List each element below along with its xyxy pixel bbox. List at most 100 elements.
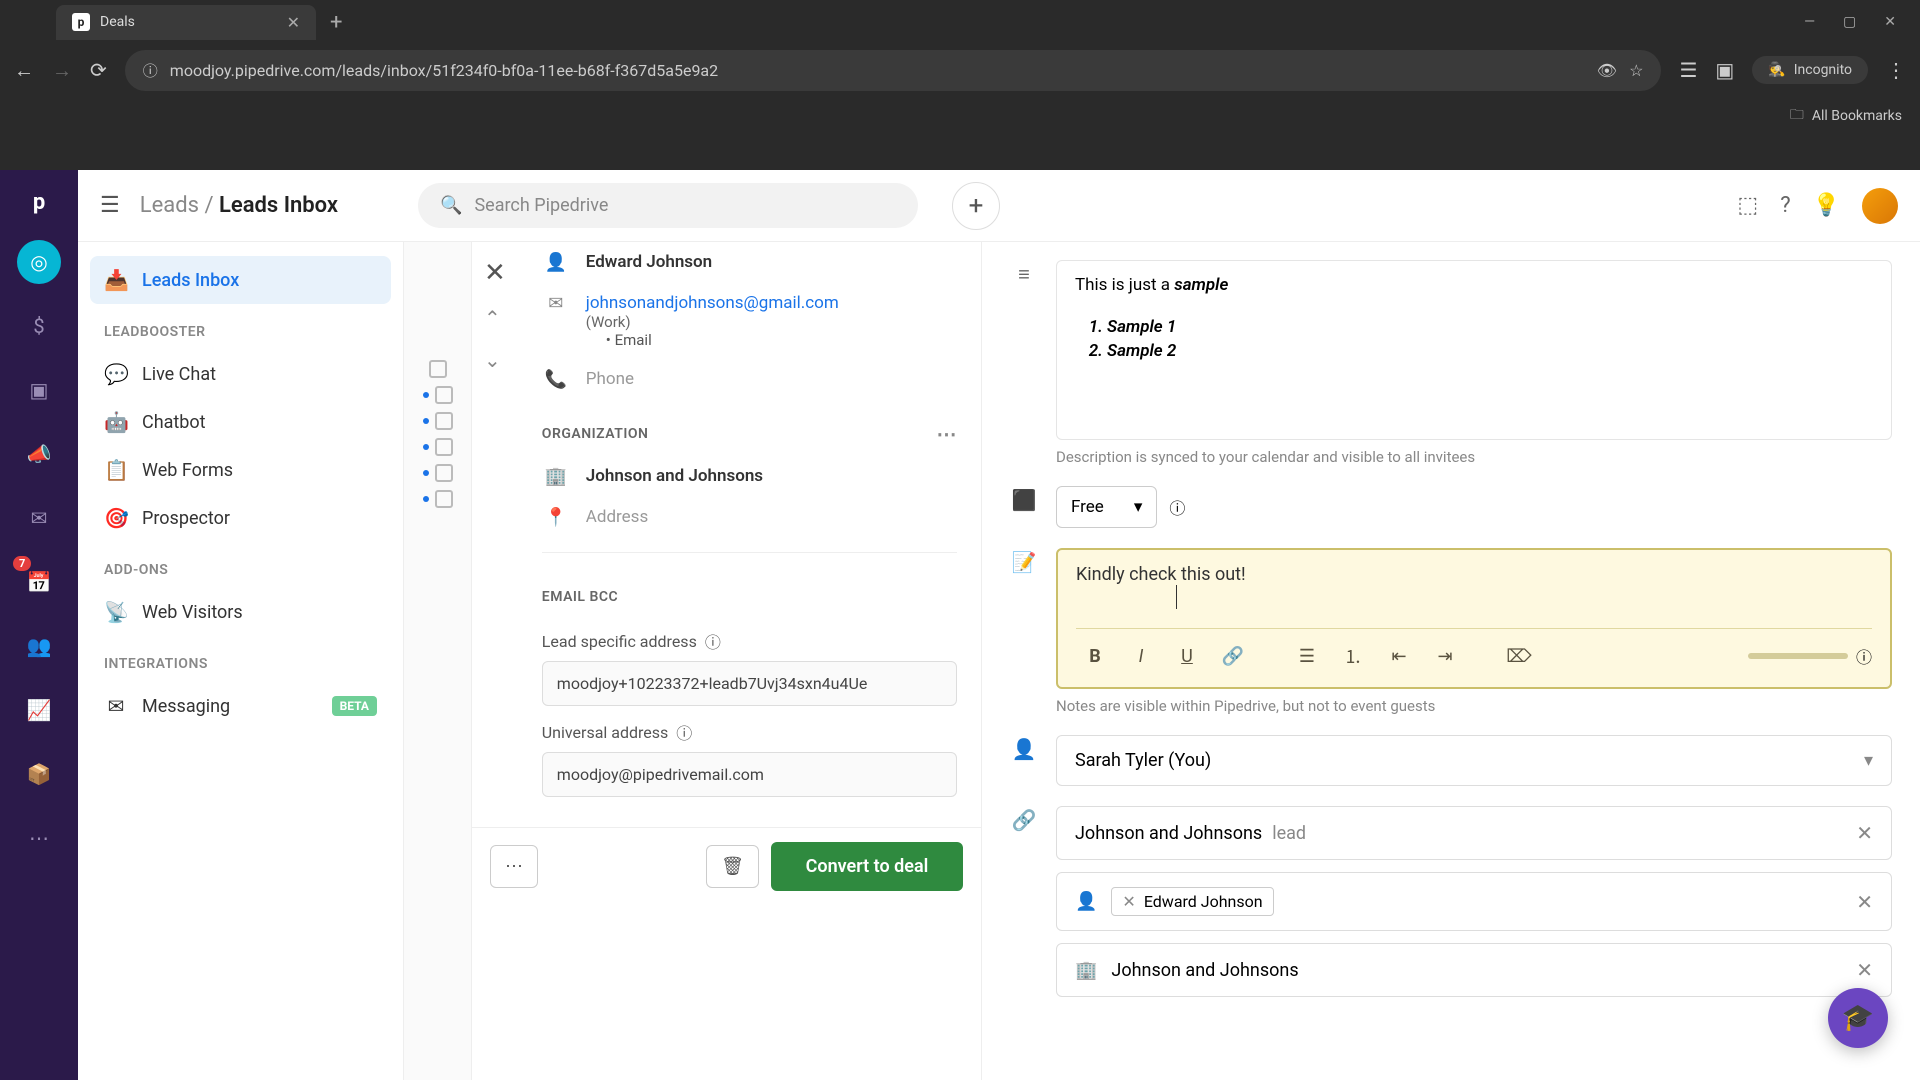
rail-leads-icon[interactable]: ◎ xyxy=(17,240,61,284)
outdent-button[interactable]: ⇤ xyxy=(1380,639,1418,673)
owner-select[interactable]: Sarah Tyler (You) ▾ xyxy=(1056,735,1892,786)
user-avatar[interactable] xyxy=(1862,188,1898,224)
note-editor[interactable]: Kindly check this out! B I U 🔗 ☰ ⒈ xyxy=(1056,548,1892,689)
list-item[interactable] xyxy=(423,490,453,508)
sidebar-item-label: Live Chat xyxy=(142,364,216,385)
rail-activities-icon[interactable]: 7📅 xyxy=(17,560,61,604)
search-input[interactable]: 🔍 Search Pipedrive xyxy=(418,183,918,228)
sidebar-item-messaging[interactable]: ✉ Messaging BETA xyxy=(90,682,391,730)
rail-projects-icon[interactable]: ▣ xyxy=(17,368,61,412)
window-maximize-icon[interactable]: ▢ xyxy=(1843,14,1856,30)
rail-campaigns-icon[interactable]: 📣 xyxy=(17,432,61,476)
info-icon[interactable]: ⓘ xyxy=(1856,644,1872,668)
rail-more-icon[interactable]: ⋯ xyxy=(17,816,61,860)
link-button[interactable]: 🔗 xyxy=(1214,639,1252,673)
sidebar-item-prospector[interactable]: 🎯 Prospector xyxy=(90,494,391,542)
side-panel-icon[interactable]: ▣ xyxy=(1715,58,1734,82)
app-logo[interactable]: p xyxy=(21,184,57,220)
rail-contacts-icon[interactable]: 👥 xyxy=(17,624,61,668)
reading-list-icon[interactable]: ☰ xyxy=(1679,58,1697,82)
address-field[interactable]: Address xyxy=(586,507,648,527)
rail-deals-icon[interactable]: $ xyxy=(17,304,61,348)
archive-button[interactable]: 🗑 xyxy=(706,845,759,888)
help-fab[interactable]: 🎓 xyxy=(1828,988,1888,1048)
section-more-icon[interactable]: ⋯ xyxy=(937,422,958,446)
target-icon: 🎯 xyxy=(104,506,128,530)
url-input[interactable]: ⓘ moodjoy.pipedrive.com/leads/inbox/51f2… xyxy=(125,50,1662,91)
breadcrumb-current: Leads Inbox xyxy=(219,193,338,218)
clear-participants-icon[interactable]: ✕ xyxy=(1856,890,1873,914)
list-item[interactable] xyxy=(423,438,453,456)
extensions-icon[interactable]: ⬚ xyxy=(1737,193,1758,218)
nav-back-icon[interactable]: ← xyxy=(14,58,34,83)
linked-lead-tag: lead xyxy=(1272,823,1306,844)
note-slider[interactable] xyxy=(1748,653,1848,659)
sidebar-item-leads-inbox[interactable]: 📥 Leads Inbox xyxy=(90,256,391,304)
browser-tab[interactable]: p Deals ✕ xyxy=(56,5,316,40)
breadcrumb-root[interactable]: Leads xyxy=(140,193,199,218)
collapse-sidebar-icon[interactable]: ☰ xyxy=(100,193,120,218)
linked-lead-field[interactable]: Johnson and Johnsons lead ✕ xyxy=(1056,806,1892,860)
sidebar-section-leadbooster: LEADBOOSTER xyxy=(90,304,391,350)
lead-specific-label: Lead specific address xyxy=(542,632,697,651)
remove-chip-icon[interactable]: ✕ xyxy=(1122,892,1135,911)
text-cursor xyxy=(1176,585,1177,609)
numbered-list-button[interactable]: ⒈ xyxy=(1334,639,1372,673)
browser-menu-icon[interactable]: ⋮ xyxy=(1886,58,1906,82)
tips-icon[interactable]: 💡 xyxy=(1813,193,1840,218)
convert-to-deal-button[interactable]: Convert to deal xyxy=(771,842,963,891)
nav-reload-icon[interactable]: ⟳ xyxy=(90,58,107,82)
participant-chip[interactable]: ✕ Edward Johnson xyxy=(1111,887,1273,916)
participant-name: Edward Johnson xyxy=(1144,892,1263,911)
next-lead-icon[interactable]: ⌄ xyxy=(478,342,512,378)
bookmark-star-icon[interactable]: ☆ xyxy=(1629,61,1643,80)
prev-lead-icon[interactable]: ⌃ xyxy=(478,300,512,336)
description-editor[interactable]: This is just a sample Sample 1 Sample 2 xyxy=(1056,260,1892,440)
universal-input[interactable] xyxy=(542,752,957,797)
close-detail-icon[interactable]: ✕ xyxy=(478,252,512,294)
sidebar-item-live-chat[interactable]: 💬 Live Chat xyxy=(90,350,391,398)
site-info-icon[interactable]: ⓘ xyxy=(143,60,158,81)
incognito-icon: 🕵 xyxy=(1768,62,1785,78)
more-actions-button[interactable]: ⋯ xyxy=(490,845,538,888)
sidebar-item-chatbot[interactable]: 🤖 Chatbot xyxy=(90,398,391,446)
organization-name[interactable]: Johnson and Johnsons xyxy=(586,466,763,486)
incognito-indicator[interactable]: 🕵 Incognito xyxy=(1752,56,1868,84)
note-icon: 📝 xyxy=(1010,548,1038,574)
info-icon[interactable]: ⓘ xyxy=(1169,495,1185,519)
rail-insights-icon[interactable]: 📈 xyxy=(17,688,61,732)
tracking-blocked-icon[interactable]: 👁 xyxy=(1597,61,1617,80)
italic-button[interactable]: I xyxy=(1122,639,1160,673)
info-icon[interactable]: ⓘ xyxy=(676,720,692,744)
indent-button[interactable]: ⇥ xyxy=(1426,639,1464,673)
linked-participant-field[interactable]: 👤 ✕ Edward Johnson ✕ xyxy=(1056,872,1892,931)
clear-linked-org-icon[interactable]: ✕ xyxy=(1856,958,1873,982)
rail-products-icon[interactable]: 📦 xyxy=(17,752,61,796)
lead-specific-input[interactable] xyxy=(542,661,957,706)
availability-select[interactable]: Free ▾ xyxy=(1056,486,1157,528)
tab-close-icon[interactable]: ✕ xyxy=(287,13,300,32)
contact-email[interactable]: johnsonandjohnsons@gmail.com xyxy=(586,293,839,313)
quick-add-button[interactable]: + xyxy=(952,182,1000,230)
sidebar-item-web-visitors[interactable]: 📡 Web Visitors xyxy=(90,588,391,636)
linked-org-field[interactable]: 🏢 Johnson and Johnsons ✕ xyxy=(1056,943,1892,997)
clear-linked-lead-icon[interactable]: ✕ xyxy=(1856,821,1873,845)
all-bookmarks-button[interactable]: 🗀 All Bookmarks xyxy=(1790,104,1902,128)
bold-button[interactable]: B xyxy=(1076,639,1114,673)
clear-format-button[interactable]: ⌦ xyxy=(1500,639,1538,673)
new-tab-button[interactable]: + xyxy=(330,10,342,35)
help-icon[interactable]: ? xyxy=(1780,193,1790,218)
window-close-icon[interactable]: ✕ xyxy=(1884,14,1896,30)
phone-field[interactable]: Phone xyxy=(586,369,634,389)
list-item[interactable] xyxy=(423,464,453,482)
list-item[interactable] xyxy=(429,360,447,378)
underline-button[interactable]: U xyxy=(1168,639,1206,673)
list-item[interactable] xyxy=(423,412,453,430)
list-item[interactable] xyxy=(423,386,453,404)
contact-name[interactable]: Edward Johnson xyxy=(586,252,712,272)
info-icon[interactable]: ⓘ xyxy=(705,629,721,653)
window-minimize-icon[interactable]: — xyxy=(1804,14,1815,30)
bullet-list-button[interactable]: ☰ xyxy=(1288,639,1326,673)
sidebar-item-web-forms[interactable]: 📋 Web Forms xyxy=(90,446,391,494)
rail-mail-icon[interactable]: ✉ xyxy=(17,496,61,540)
